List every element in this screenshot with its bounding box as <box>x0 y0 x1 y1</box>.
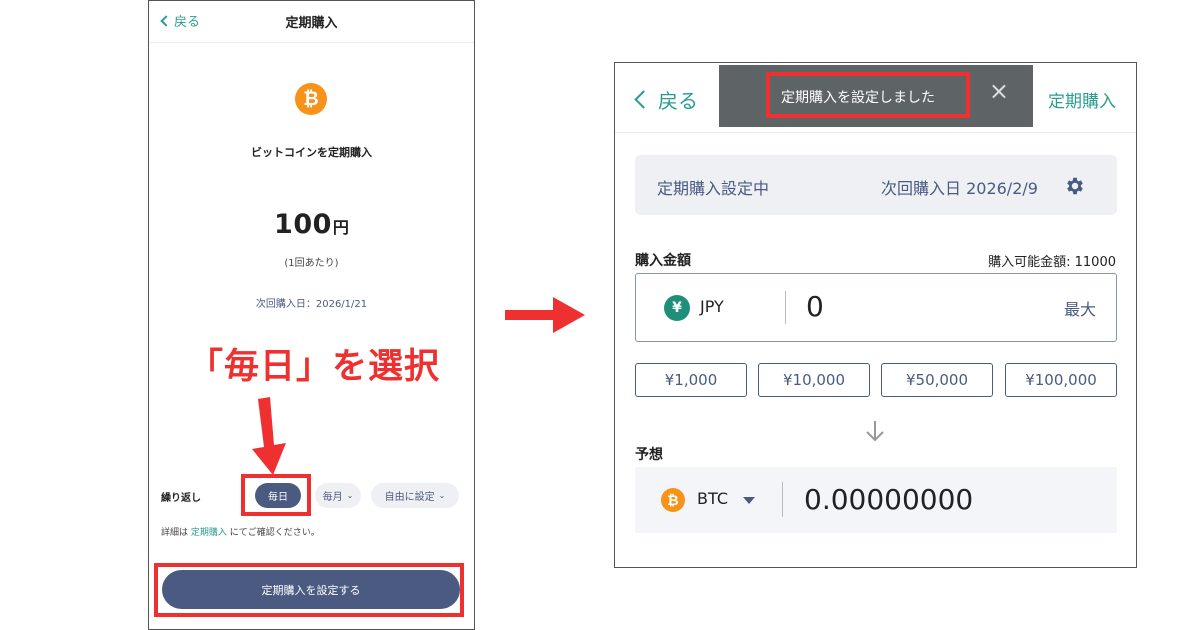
detail-suffix: にてご確認ください。 <box>229 528 320 538</box>
page-title: 定期購入 <box>285 16 338 31</box>
back-button[interactable]: 戻る <box>633 85 698 114</box>
bitcoin-icon: ₿ <box>661 488 685 512</box>
right-app-screen: 戻る 購入 定期購入 定期購入を設定しました × 定期購入設定中 次回購入日 2… <box>614 62 1137 568</box>
bitcoin-icon: ₿ <box>295 83 327 115</box>
detail-link[interactable]: 定期購入 <box>191 528 227 538</box>
amount-value: 100 <box>274 209 332 240</box>
currency-code: JPY <box>700 297 724 316</box>
monthly-label: 毎月 <box>322 492 343 503</box>
left-header: 戻る 定期購入 <box>149 1 474 43</box>
annotation-arrow-icon <box>252 397 286 475</box>
estimate-label: 予想 <box>635 447 663 463</box>
repeat-option-custom[interactable]: 自由に設定 ⌄ <box>371 483 459 508</box>
flow-arrow-icon <box>505 297 585 333</box>
crypto-code: BTC <box>697 489 728 508</box>
divider <box>785 291 786 324</box>
detail-prefix: 詳細は <box>161 528 189 538</box>
status-label: 定期購入設定中 <box>657 179 770 198</box>
per-time-note: (1回あたり) <box>284 258 339 269</box>
highlight-box-toast <box>766 72 970 118</box>
next-purchase-date: 次回購入日：2026/1/21 <box>255 299 368 310</box>
yen-icon: ¥ <box>664 295 690 321</box>
quick-amount-1000[interactable]: ¥1,000 <box>635 363 747 397</box>
highlight-box-submit <box>154 563 464 617</box>
custom-label: 自由に設定 <box>384 492 435 503</box>
recurring-link[interactable]: 定期購入 <box>1048 87 1116 112</box>
amount-unit: 円 <box>332 218 349 237</box>
detail-note: 詳細は 定期購入 にてご確認ください。 <box>161 525 320 538</box>
recurring-status-card: 定期購入設定中 次回購入日 2026/2/9 <box>635 155 1117 215</box>
repeat-option-monthly[interactable]: 毎月 ⌄ <box>315 483 361 508</box>
estimate-value: 0.00000000 <box>804 483 974 516</box>
close-icon[interactable]: × <box>989 79 1009 103</box>
caret-down-icon[interactable] <box>743 497 755 504</box>
quick-amount-50000[interactable]: ¥50,000 <box>881 363 993 397</box>
amount-value[interactable]: 0 <box>806 290 824 323</box>
next-purchase-date: 次回購入日 2026/2/9 <box>881 179 1038 198</box>
repeat-label: 繰り返し <box>161 493 201 504</box>
amount-display: 100円 <box>149 209 474 240</box>
purchase-amount-label: 購入金額 <box>635 253 691 269</box>
chevron-down-icon: ⌄ <box>438 491 446 500</box>
gear-icon[interactable] <box>1064 175 1086 197</box>
quick-amount-100000[interactable]: ¥100,000 <box>1005 363 1117 397</box>
coin-heading: ビットコインを定期購入 <box>251 146 372 159</box>
back-label: 戻る <box>658 89 698 113</box>
max-button[interactable]: 最大 <box>1064 296 1096 320</box>
chevron-left-icon <box>634 90 653 109</box>
purchase-amount-input[interactable]: ¥ JPY 0 最大 <box>635 273 1117 342</box>
arrow-down-icon <box>866 421 884 442</box>
estimate-output: ₿ BTC 0.00000000 <box>635 467 1117 533</box>
left-phone-screen: 戻る 定期購入 ₿ ビットコインを定期購入 100円 (1回あたり) 次回購入日… <box>148 0 475 630</box>
annotation-select-daily: 「毎日」を選択 <box>188 347 441 387</box>
divider <box>782 482 783 517</box>
chevron-down-icon: ⌄ <box>346 491 354 500</box>
available-amount: 購入可能金額: 11000 <box>988 255 1116 270</box>
highlight-box-daily <box>241 474 311 516</box>
quick-amount-10000[interactable]: ¥10,000 <box>758 363 870 397</box>
